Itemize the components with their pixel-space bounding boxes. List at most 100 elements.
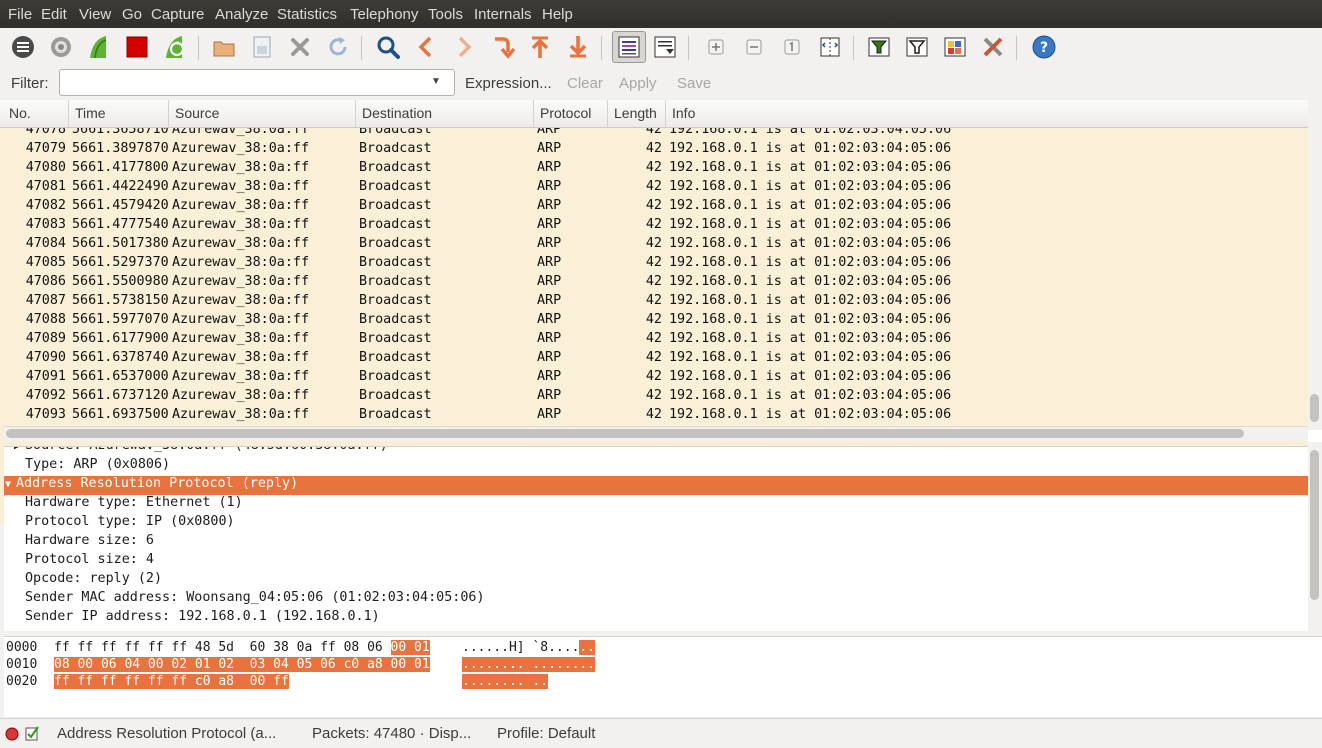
hex-bytes-highlighted: ff ff ff ff ff ff c0 a8 00 ff xyxy=(54,674,289,689)
close-file-button[interactable] xyxy=(285,32,315,62)
expert-info-icon[interactable] xyxy=(5,727,19,741)
display-filters-button[interactable] xyxy=(902,32,932,62)
apply-button[interactable]: Apply xyxy=(619,75,657,92)
expression-button[interactable]: Expression... xyxy=(465,75,552,92)
menu-edit[interactable]: Edit xyxy=(41,6,67,23)
coloring-rules-button[interactable] xyxy=(940,32,970,62)
reload-button[interactable] xyxy=(323,32,353,62)
save-filter-button[interactable]: Save xyxy=(677,75,711,92)
go-forward-button[interactable] xyxy=(449,32,479,62)
column-divider[interactable] xyxy=(607,100,608,127)
save-file-button[interactable] xyxy=(247,32,277,62)
display-filter-input[interactable] xyxy=(59,69,455,96)
packet-row[interactable]: 47083 5661.4777540 Azurewav_38:0a:ff Broadc… xyxy=(0,217,1308,236)
packet-row[interactable]: 47084 5661.5017380 Azurewav_38:0a:ff Broadc… xyxy=(0,236,1308,255)
column-header-info[interactable]: Info xyxy=(672,105,695,121)
open-file-button[interactable] xyxy=(209,32,239,62)
menu-help[interactable]: Help xyxy=(542,6,573,23)
expanded-arrow-icon[interactable]: ▼ xyxy=(5,479,11,490)
packet-row[interactable]: 47091 5661.6537000 Azurewav_38:0a:ff Broadc… xyxy=(0,369,1308,388)
column-divider[interactable] xyxy=(665,100,666,127)
detail-tree-row[interactable]: Hardware type: Ethernet (1) xyxy=(4,495,1308,514)
resize-columns-button[interactable] xyxy=(815,32,845,62)
capture-filters-button[interactable] xyxy=(864,32,894,62)
interfaces-button[interactable] xyxy=(8,32,38,62)
detail-tree-row[interactable]: ▼ Address Resolution Protocol (reply) xyxy=(4,476,1308,495)
first-packet-button[interactable] xyxy=(525,32,555,62)
column-divider[interactable] xyxy=(68,100,69,127)
menu-internals[interactable]: Internals xyxy=(474,6,532,23)
collapsed-arrow-icon[interactable]: ▶ xyxy=(14,447,20,452)
status-profile[interactable]: Profile: Default xyxy=(497,725,595,742)
menu-analyze[interactable]: Analyze xyxy=(215,6,268,23)
colorize-button[interactable] xyxy=(612,31,646,63)
scrollbar-thumb[interactable] xyxy=(6,429,1244,438)
column-divider[interactable] xyxy=(168,100,169,127)
column-header-no[interactable]: No. xyxy=(9,105,31,121)
packet-row[interactable]: 47081 5661.4422490 Azurewav_38:0a:ff Broadc… xyxy=(0,179,1308,198)
packet-row[interactable]: 47089 5661.6177900 Azurewav_38:0a:ff Broadc… xyxy=(0,331,1308,350)
column-header-destination[interactable]: Destination xyxy=(362,105,432,121)
menu-capture[interactable]: Capture xyxy=(151,6,204,23)
detail-tree-row[interactable]: Type: ARP (0x0806) xyxy=(4,457,1308,476)
packet-row[interactable]: 47085 5661.5297370 Azurewav_38:0a:ff Broadc… xyxy=(0,255,1308,274)
capture-comments-icon[interactable] xyxy=(24,725,40,741)
menu-tools[interactable]: Tools xyxy=(428,6,463,23)
find-packet-button[interactable] xyxy=(373,32,403,62)
column-divider[interactable] xyxy=(533,100,534,127)
go-back-button[interactable] xyxy=(411,32,441,62)
packet-cell-protocol: ARP xyxy=(537,179,562,194)
detail-tree-row[interactable]: Hardware size: 6 xyxy=(4,533,1308,552)
detail-tree-row[interactable]: Opcode: reply (2) xyxy=(4,571,1308,590)
packet-row[interactable]: 47082 5661.4579420 Azurewav_38:0a:ff Broadc… xyxy=(0,198,1308,217)
packet-list-horizontal-scrollbar[interactable] xyxy=(4,426,1308,441)
column-header-source[interactable]: Source xyxy=(175,105,219,121)
detail-tree-row[interactable]: Protocol size: 4 xyxy=(4,552,1308,571)
packet-row[interactable]: 47092 5661.6737120 Azurewav_38:0a:ff Broadc… xyxy=(0,388,1308,407)
scrollbar-thumb[interactable] xyxy=(1310,394,1319,422)
packet-list-header: No. Time Source Destination Protocol Len… xyxy=(0,100,1308,128)
restart-capture-button[interactable] xyxy=(160,32,190,62)
column-header-time[interactable]: Time xyxy=(75,105,106,121)
detail-tree-row[interactable]: Sender MAC address: Woonsang_04:05:06 (0… xyxy=(4,590,1308,609)
autoscroll-button[interactable] xyxy=(650,32,680,62)
last-packet-button[interactable] xyxy=(563,32,593,62)
menu-file[interactable]: File xyxy=(8,6,32,23)
detail-tree-row[interactable]: Sender IP address: 192.168.0.1 (192.168.… xyxy=(4,609,1308,628)
zoom-out-button[interactable] xyxy=(739,32,769,62)
packet-row[interactable]: 47088 5661.5977070 Azurewav_38:0a:ff Broadc… xyxy=(0,312,1308,331)
column-divider[interactable] xyxy=(355,100,356,127)
stop-capture-button[interactable] xyxy=(122,32,152,62)
options-button[interactable] xyxy=(46,32,76,62)
preferences-button[interactable] xyxy=(978,32,1008,62)
packet-row[interactable]: 47086 5661.5500980 Azurewav_38:0a:ff Broadc… xyxy=(0,274,1308,293)
packet-cell-no: 47089 xyxy=(25,331,66,346)
ascii-bytes-plain: ......H] `8.... xyxy=(462,640,580,655)
packet-row[interactable]: 47080 5661.4177800 Azurewav_38:0a:ff Broadc… xyxy=(0,160,1308,179)
help-button[interactable]: ? xyxy=(1029,32,1059,62)
column-header-protocol[interactable]: Protocol xyxy=(540,105,591,121)
zoom-out-icon xyxy=(746,39,762,55)
column-header-length[interactable]: Length xyxy=(614,105,660,121)
zoom-in-button[interactable] xyxy=(701,32,731,62)
start-capture-button[interactable] xyxy=(84,32,114,62)
packet-row[interactable]: 47093 5661.6937500 Azurewav_38:0a:ff Broadc… xyxy=(0,407,1308,426)
scrollbar-thumb[interactable] xyxy=(1310,450,1319,600)
go-to-packet-button[interactable] xyxy=(487,32,517,62)
menu-view[interactable]: View xyxy=(79,6,111,23)
packet-details-vertical-scrollbar[interactable] xyxy=(1308,446,1322,630)
detail-tree-row[interactable]: Protocol type: IP (0x0800) xyxy=(4,514,1308,533)
packet-row[interactable]: 47079 5661.3897870 Azurewav_38:0a:ff Broadc… xyxy=(0,141,1308,160)
menu-telephony[interactable]: Telephony xyxy=(350,6,418,23)
menu-statistics[interactable]: Statistics xyxy=(277,6,337,23)
menu-go[interactable]: Go xyxy=(122,6,142,23)
packet-row[interactable]: 47087 5661.5738150 Azurewav_38:0a:ff Broadc… xyxy=(0,293,1308,312)
packet-list-vertical-scrollbar[interactable] xyxy=(1308,100,1322,430)
packet-cell-destination: Broadcast xyxy=(359,312,432,327)
packet-row[interactable]: 47090 5661.6378740 Azurewav_38:0a:ff Broadc… xyxy=(0,350,1308,369)
clear-button[interactable]: Clear xyxy=(567,75,603,92)
packet-row[interactable]: 47078 5661.3658710 Azurewav_38:0a:ff Broadc… xyxy=(0,128,1308,141)
normal-size-button[interactable] xyxy=(777,32,807,62)
detail-tree-row[interactable]: ▶ Source: Azurewav_38:0a:ff (48:5d:60:38:… xyxy=(4,447,1308,457)
filter-dropdown-arrow-icon[interactable]: ▼ xyxy=(431,76,441,87)
